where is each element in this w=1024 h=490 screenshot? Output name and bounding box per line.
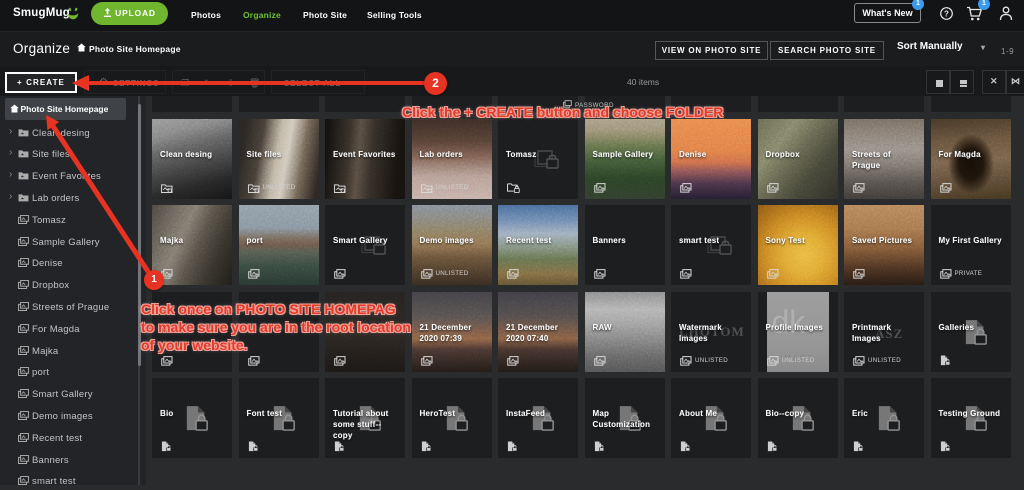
svg-text:?: ?	[944, 9, 949, 18]
